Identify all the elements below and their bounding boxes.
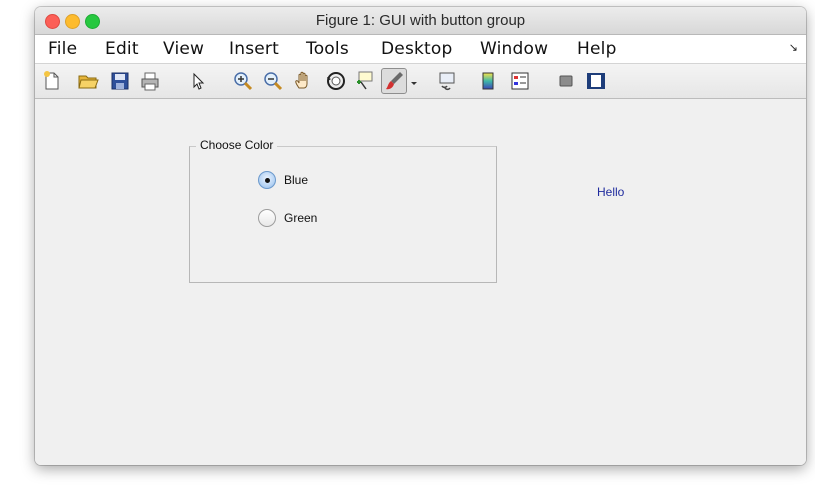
menu-window[interactable]: Window <box>480 39 548 59</box>
brush-dropdown-icon[interactable] <box>409 70 419 92</box>
radio-blue[interactable] <box>258 171 276 189</box>
insert-colorbar-icon[interactable] <box>477 70 499 92</box>
button-group-panel: Choose Color Blue Green <box>189 138 497 283</box>
pan-hand-icon[interactable] <box>293 70 315 92</box>
zoom-in-icon[interactable] <box>232 70 254 92</box>
button-group-title: Choose Color <box>196 138 278 152</box>
radio-selected-dot <box>265 178 270 183</box>
radio-green[interactable] <box>258 209 276 227</box>
menu-edit[interactable]: Edit <box>105 39 139 59</box>
title-bar[interactable]: Figure 1: GUI with button group <box>35 7 806 35</box>
radio-green-label[interactable]: Green <box>284 211 317 225</box>
insert-legend-icon[interactable] <box>509 70 531 92</box>
new-figure-icon[interactable] <box>41 70 63 92</box>
menu-help[interactable]: Help <box>577 39 617 59</box>
menu-desktop[interactable]: Desktop <box>381 39 453 59</box>
open-file-icon[interactable] <box>77 70 99 92</box>
rotate-3d-icon[interactable] <box>325 70 347 92</box>
pointer-icon[interactable] <box>187 70 209 92</box>
print-icon[interactable] <box>139 70 161 92</box>
window-title: Figure 1: GUI with button group <box>315 12 526 29</box>
menu-bar: File Edit View Insert Tools Desktop Wind… <box>35 35 806 64</box>
figure-toolbar <box>35 64 806 99</box>
menu-insert[interactable]: Insert <box>229 39 279 59</box>
menu-view[interactable]: View <box>163 39 204 59</box>
menu-tools[interactable]: Tools <box>306 39 349 59</box>
dock-arrow-icon[interactable]: ↘ <box>789 41 798 54</box>
menu-file[interactable]: File <box>48 39 77 59</box>
figure-canvas: Choose Color Blue Green Hello <box>35 99 806 465</box>
brush-icon[interactable] <box>381 68 407 94</box>
zoom-out-icon[interactable] <box>262 70 284 92</box>
hello-text-label: Hello <box>597 185 625 199</box>
link-plot-icon[interactable] <box>436 70 458 92</box>
hide-plot-tools-icon[interactable] <box>555 70 577 92</box>
save-icon[interactable] <box>109 70 131 92</box>
show-plot-tools-icon[interactable] <box>585 70 607 92</box>
radio-blue-label[interactable]: Blue <box>284 173 308 187</box>
data-cursor-icon[interactable] <box>353 70 375 92</box>
figure-window: Figure 1: GUI with button group File Edi… <box>35 7 806 465</box>
